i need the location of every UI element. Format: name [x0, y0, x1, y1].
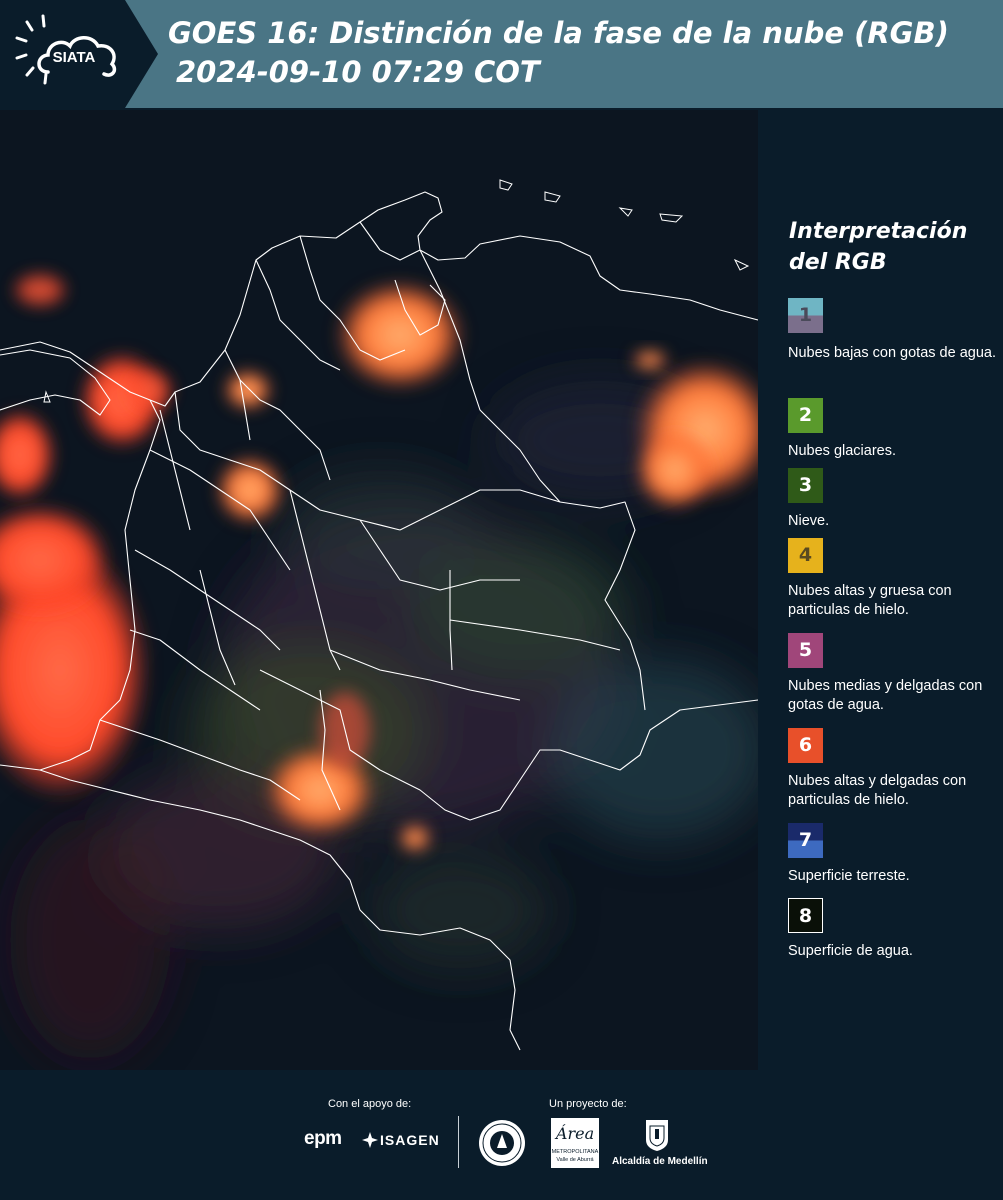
siata-logo-text: SIATA [53, 49, 96, 66]
legend-item-6: 6 Nubes altas y delgadas con particulas d… [788, 728, 1003, 810]
legend-swatch-number: 6 [798, 734, 813, 756]
legend-label: Nubes medias y delgadas con gotas de agu… [788, 678, 983, 713]
legend-item-8: 8 Superficie de agua. [788, 898, 1003, 961]
epm-logo[interactable]: epm [304, 1128, 342, 1150]
project-caption: Un proyecto de: [549, 1098, 627, 1110]
header-bar: SIATA GOES 16: Distinción de la fase de … [0, 0, 1003, 108]
legend-swatch-number: 8 [798, 905, 813, 927]
legend-panel: Interpretación del RGB 1 Nubes bajas con … [760, 110, 1003, 1070]
page-timestamp: 2024-09-10 07:29 COT [176, 55, 540, 89]
legend-item-3: 3 Nieve. [788, 468, 1003, 531]
legend-swatch-number: 7 [798, 829, 813, 851]
legend-swatch-number: 5 [798, 639, 813, 661]
legend-label: Nubes altas y gruesa con particulas de h… [788, 583, 952, 618]
footer-bar: Con el apoyo de: Un proyecto de: epm ISA… [0, 1070, 1003, 1200]
legend-item-7: 7 Superficie terreste. [788, 823, 1003, 886]
legend-item-5: 5 Nubes medias y delgadas con gotas de ag… [788, 633, 1003, 715]
legend-title-line1: Interpretación [789, 219, 968, 244]
area-metropolitana-script: Área [555, 1124, 595, 1143]
legend-label: Superficie terreste. [788, 868, 910, 884]
legend-label: Nieve. [788, 513, 830, 529]
legend-swatch: 6 [788, 728, 823, 763]
legend-label: Nubes bajas con gotas de agua. [788, 345, 996, 361]
legend-swatch-number: 1 [798, 304, 813, 326]
legend-swatch: 5 [788, 633, 823, 668]
legend-swatch-number: 3 [798, 474, 813, 496]
area-metropolitana-logo[interactable]: Área METROPOLITANA Valle de Aburrá [551, 1118, 599, 1168]
legend-label: Nubes glaciares. [788, 443, 896, 459]
siata-seal-logo[interactable] [477, 1118, 527, 1168]
legend-swatch: 7 [788, 823, 823, 858]
alcaldia-shield-icon [646, 1120, 668, 1151]
satellite-map[interactable] [0, 110, 758, 1070]
area-metropolitana-line1: METROPOLITANA [551, 1149, 599, 1155]
siata-seal-icon [479, 1120, 525, 1166]
legend-title: Interpretación del RGB [789, 216, 989, 278]
alcaldia-logo[interactable]: Alcaldía de Medellín [612, 1118, 708, 1172]
satellite-map-svg [0, 110, 758, 1070]
alcaldia-logo-text: Alcaldía de Medellín [612, 1156, 708, 1167]
legend-title-line2: del RGB [789, 250, 887, 275]
legend-item-1: 1 Nubes bajas con gotas de agua. [788, 298, 1003, 363]
footer-divider [458, 1116, 459, 1168]
isagen-mark-icon [362, 1132, 378, 1148]
legend-swatch: 3 [788, 468, 823, 503]
legend-label: Nubes altas y delgadas con particulas de… [788, 773, 967, 808]
page-title: GOES 16: Distinción de la fase de la nub… [168, 16, 949, 50]
legend-label: Superficie de agua. [788, 943, 913, 959]
legend-item-4: 4 Nubes altas y gruesa con particulas de … [788, 538, 1003, 620]
isagen-logo-text: ISAGEN [380, 1132, 440, 1148]
legend-swatch: 8 [788, 898, 823, 933]
siata-logo[interactable]: SIATA [0, 0, 158, 108]
legend-swatch: 2 [788, 398, 823, 433]
legend-item-2: 2 Nubes glaciares. [788, 398, 1003, 461]
support-caption: Con el apoyo de: [328, 1098, 412, 1110]
legend-swatch: 4 [788, 538, 823, 573]
legend-swatch: 1 [788, 298, 823, 333]
legend-swatch-number: 4 [798, 544, 813, 566]
legend-swatch-number: 2 [798, 404, 813, 426]
area-metropolitana-line2: Valle de Aburrá [556, 1157, 594, 1163]
